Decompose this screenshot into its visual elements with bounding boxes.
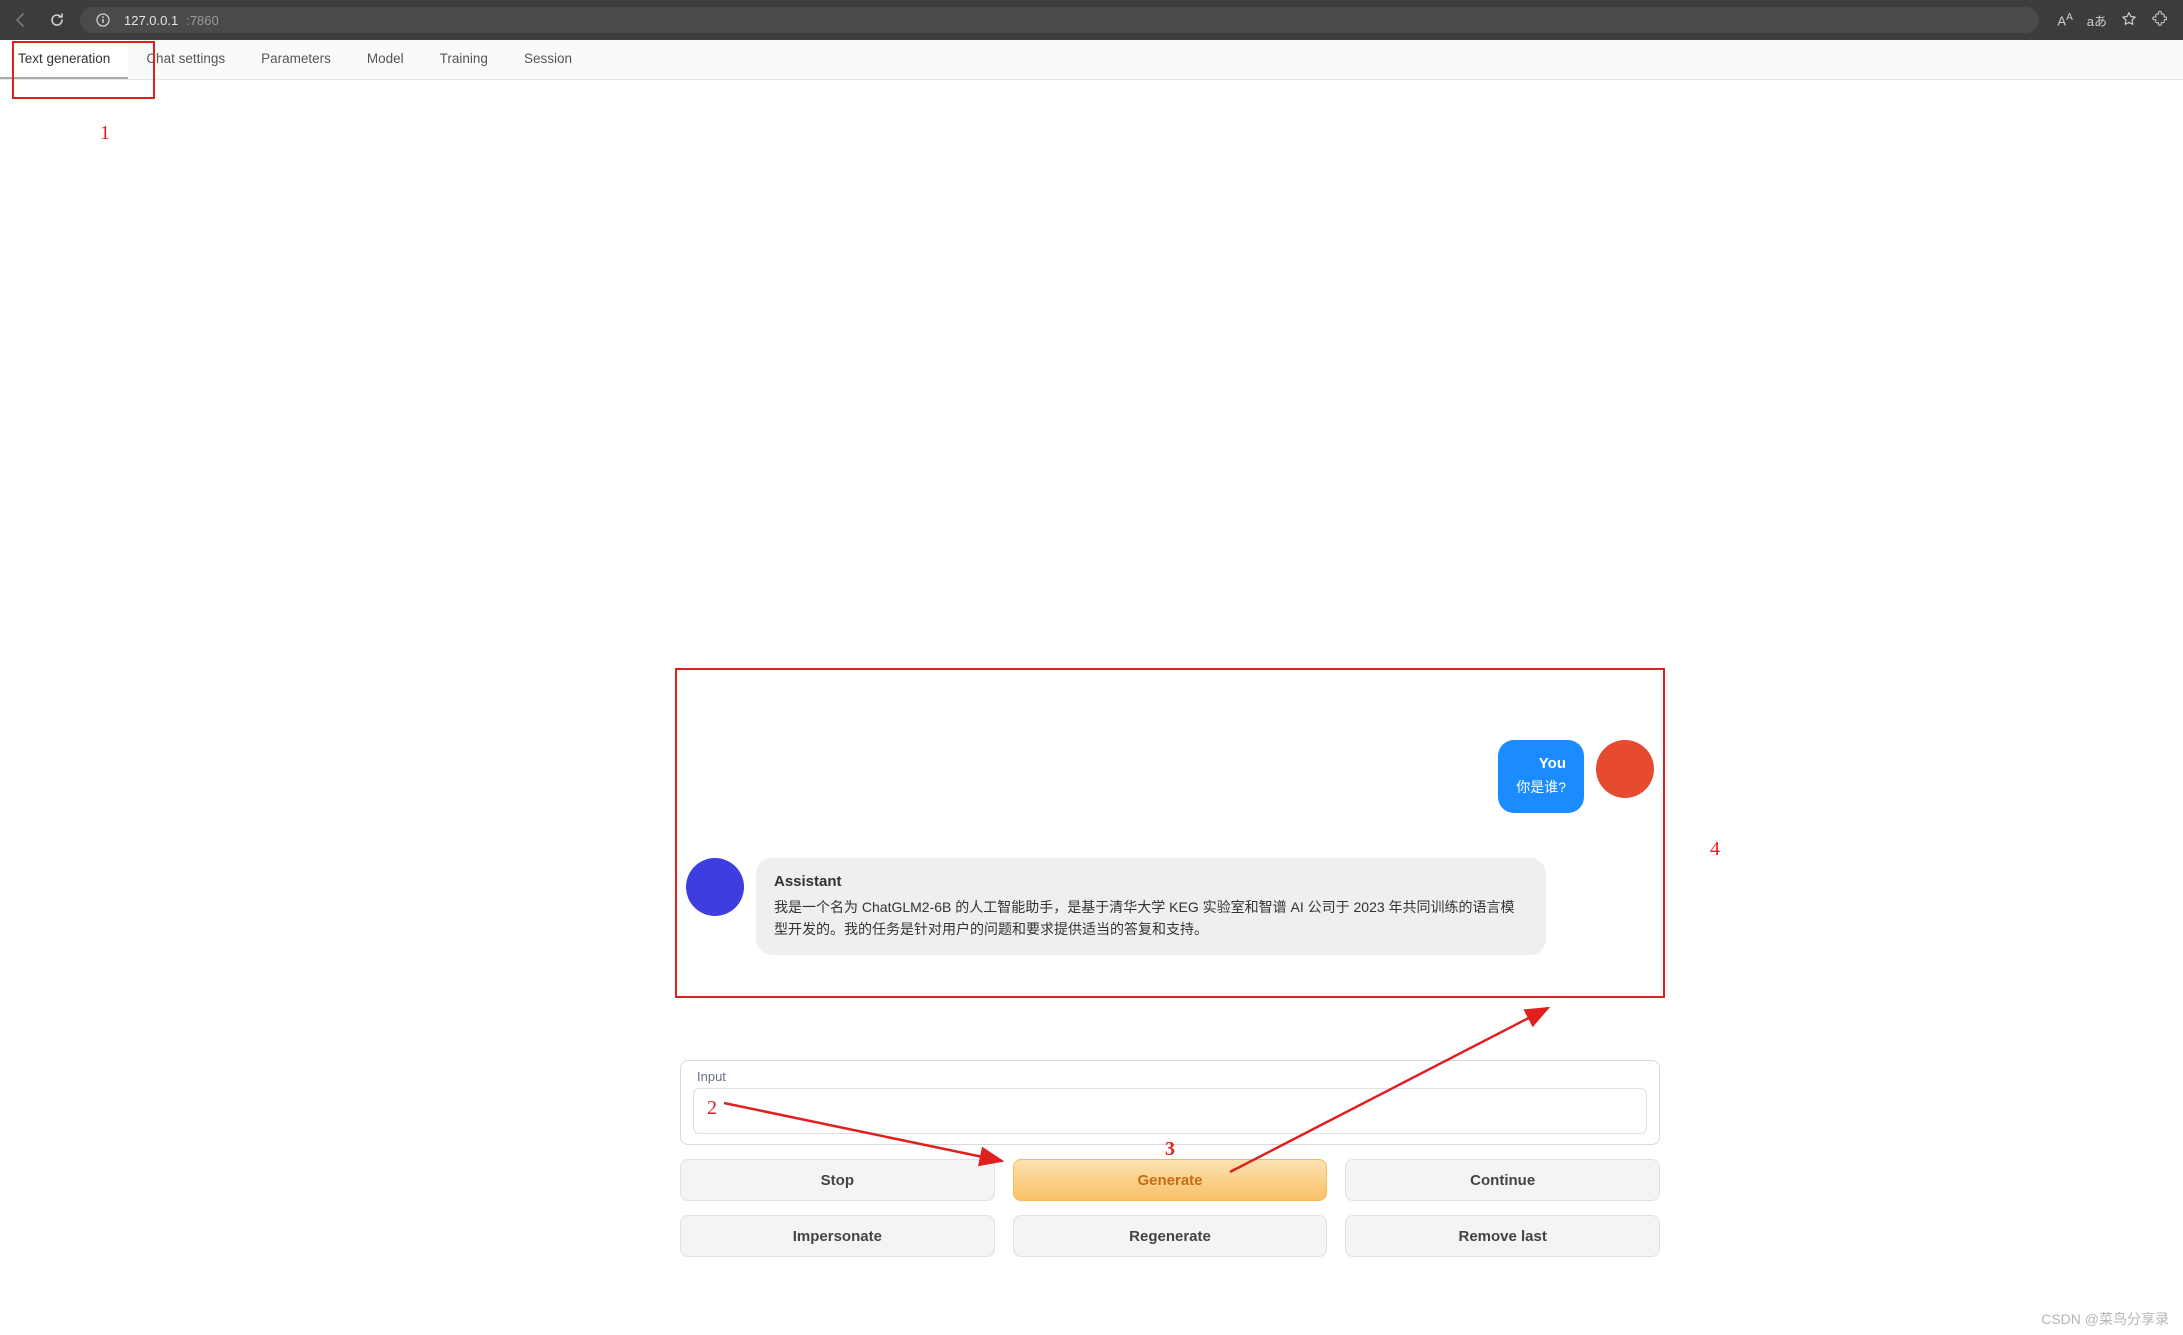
you-avatar [1596, 740, 1654, 798]
chat-area: You 你是谁? Assistant 我是一个名为 ChatGLM2-6B 的人… [680, 720, 1660, 1257]
favorite-icon[interactable] [2121, 11, 2137, 30]
back-arrow-icon[interactable] [8, 7, 34, 33]
refresh-icon[interactable] [44, 7, 70, 33]
toolbar-right: AA aあ [2049, 11, 2175, 30]
input-label: Input [693, 1069, 1647, 1084]
site-info-icon[interactable] [90, 7, 116, 33]
url-port: :7860 [186, 13, 219, 28]
tab-training[interactable]: Training [422, 40, 506, 79]
tab-model[interactable]: Model [349, 40, 422, 79]
button-row-1: Stop 3 Generate Continue [680, 1159, 1660, 1201]
tab-label: Training [440, 51, 488, 66]
impersonate-button[interactable]: Impersonate [680, 1215, 995, 1257]
remove-last-button[interactable]: Remove last [1345, 1215, 1660, 1257]
tab-label: Model [367, 51, 404, 66]
main-tabs: Text generation Chat settings Parameters… [0, 40, 2183, 80]
tab-label: Text generation [18, 51, 110, 66]
assistant-name: Assistant [774, 870, 1528, 893]
chat-messages: You 你是谁? Assistant 我是一个名为 ChatGLM2-6B 的人… [680, 720, 1660, 1060]
button-row-2: Impersonate Regenerate Remove last [680, 1215, 1660, 1257]
tab-parameters[interactable]: Parameters [243, 40, 349, 79]
text-size-icon[interactable]: AA [2057, 12, 2072, 28]
message-assistant: Assistant 我是一个名为 ChatGLM2-6B 的人工智能助手，是基于… [686, 858, 1546, 955]
tab-label: Parameters [261, 51, 331, 66]
you-text: 你是谁? [1516, 777, 1566, 799]
annotation-label-1: 1 [100, 122, 110, 145]
assistant-avatar [686, 858, 744, 916]
regenerate-button[interactable]: Regenerate [1013, 1215, 1328, 1257]
watermark: CSDN @菜鸟分享录 [2041, 1309, 2169, 1329]
tab-text-generation[interactable]: Text generation [0, 40, 128, 79]
assistant-text: 我是一个名为 ChatGLM2-6B 的人工智能助手，是基于清华大学 KEG 实… [774, 897, 1528, 940]
you-bubble: You 你是谁? [1498, 740, 1584, 813]
url-host: 127.0.0.1 [124, 13, 178, 28]
stop-button[interactable]: Stop [680, 1159, 995, 1201]
input-card: Input 2 [680, 1060, 1660, 1145]
message-you: You 你是谁? [1498, 740, 1654, 813]
chat-input[interactable] [693, 1088, 1647, 1134]
address-bar[interactable]: 127.0.0.1 :7860 [80, 7, 2039, 33]
continue-button[interactable]: Continue [1345, 1159, 1660, 1201]
annotation-label-4: 4 [1710, 838, 1720, 861]
tab-session[interactable]: Session [506, 40, 590, 79]
you-name: You [1516, 752, 1566, 775]
translate-icon[interactable]: aあ [2087, 11, 2107, 30]
generate-button[interactable]: 3 Generate [1013, 1159, 1328, 1201]
tab-chat-settings[interactable]: Chat settings [128, 40, 243, 79]
tab-label: Session [524, 51, 572, 66]
assistant-bubble: Assistant 我是一个名为 ChatGLM2-6B 的人工智能助手，是基于… [756, 858, 1546, 955]
browser-toolbar: 127.0.0.1 :7860 AA aあ [0, 0, 2183, 40]
extension-icon[interactable] [2151, 11, 2167, 30]
tab-label: Chat settings [146, 51, 225, 66]
